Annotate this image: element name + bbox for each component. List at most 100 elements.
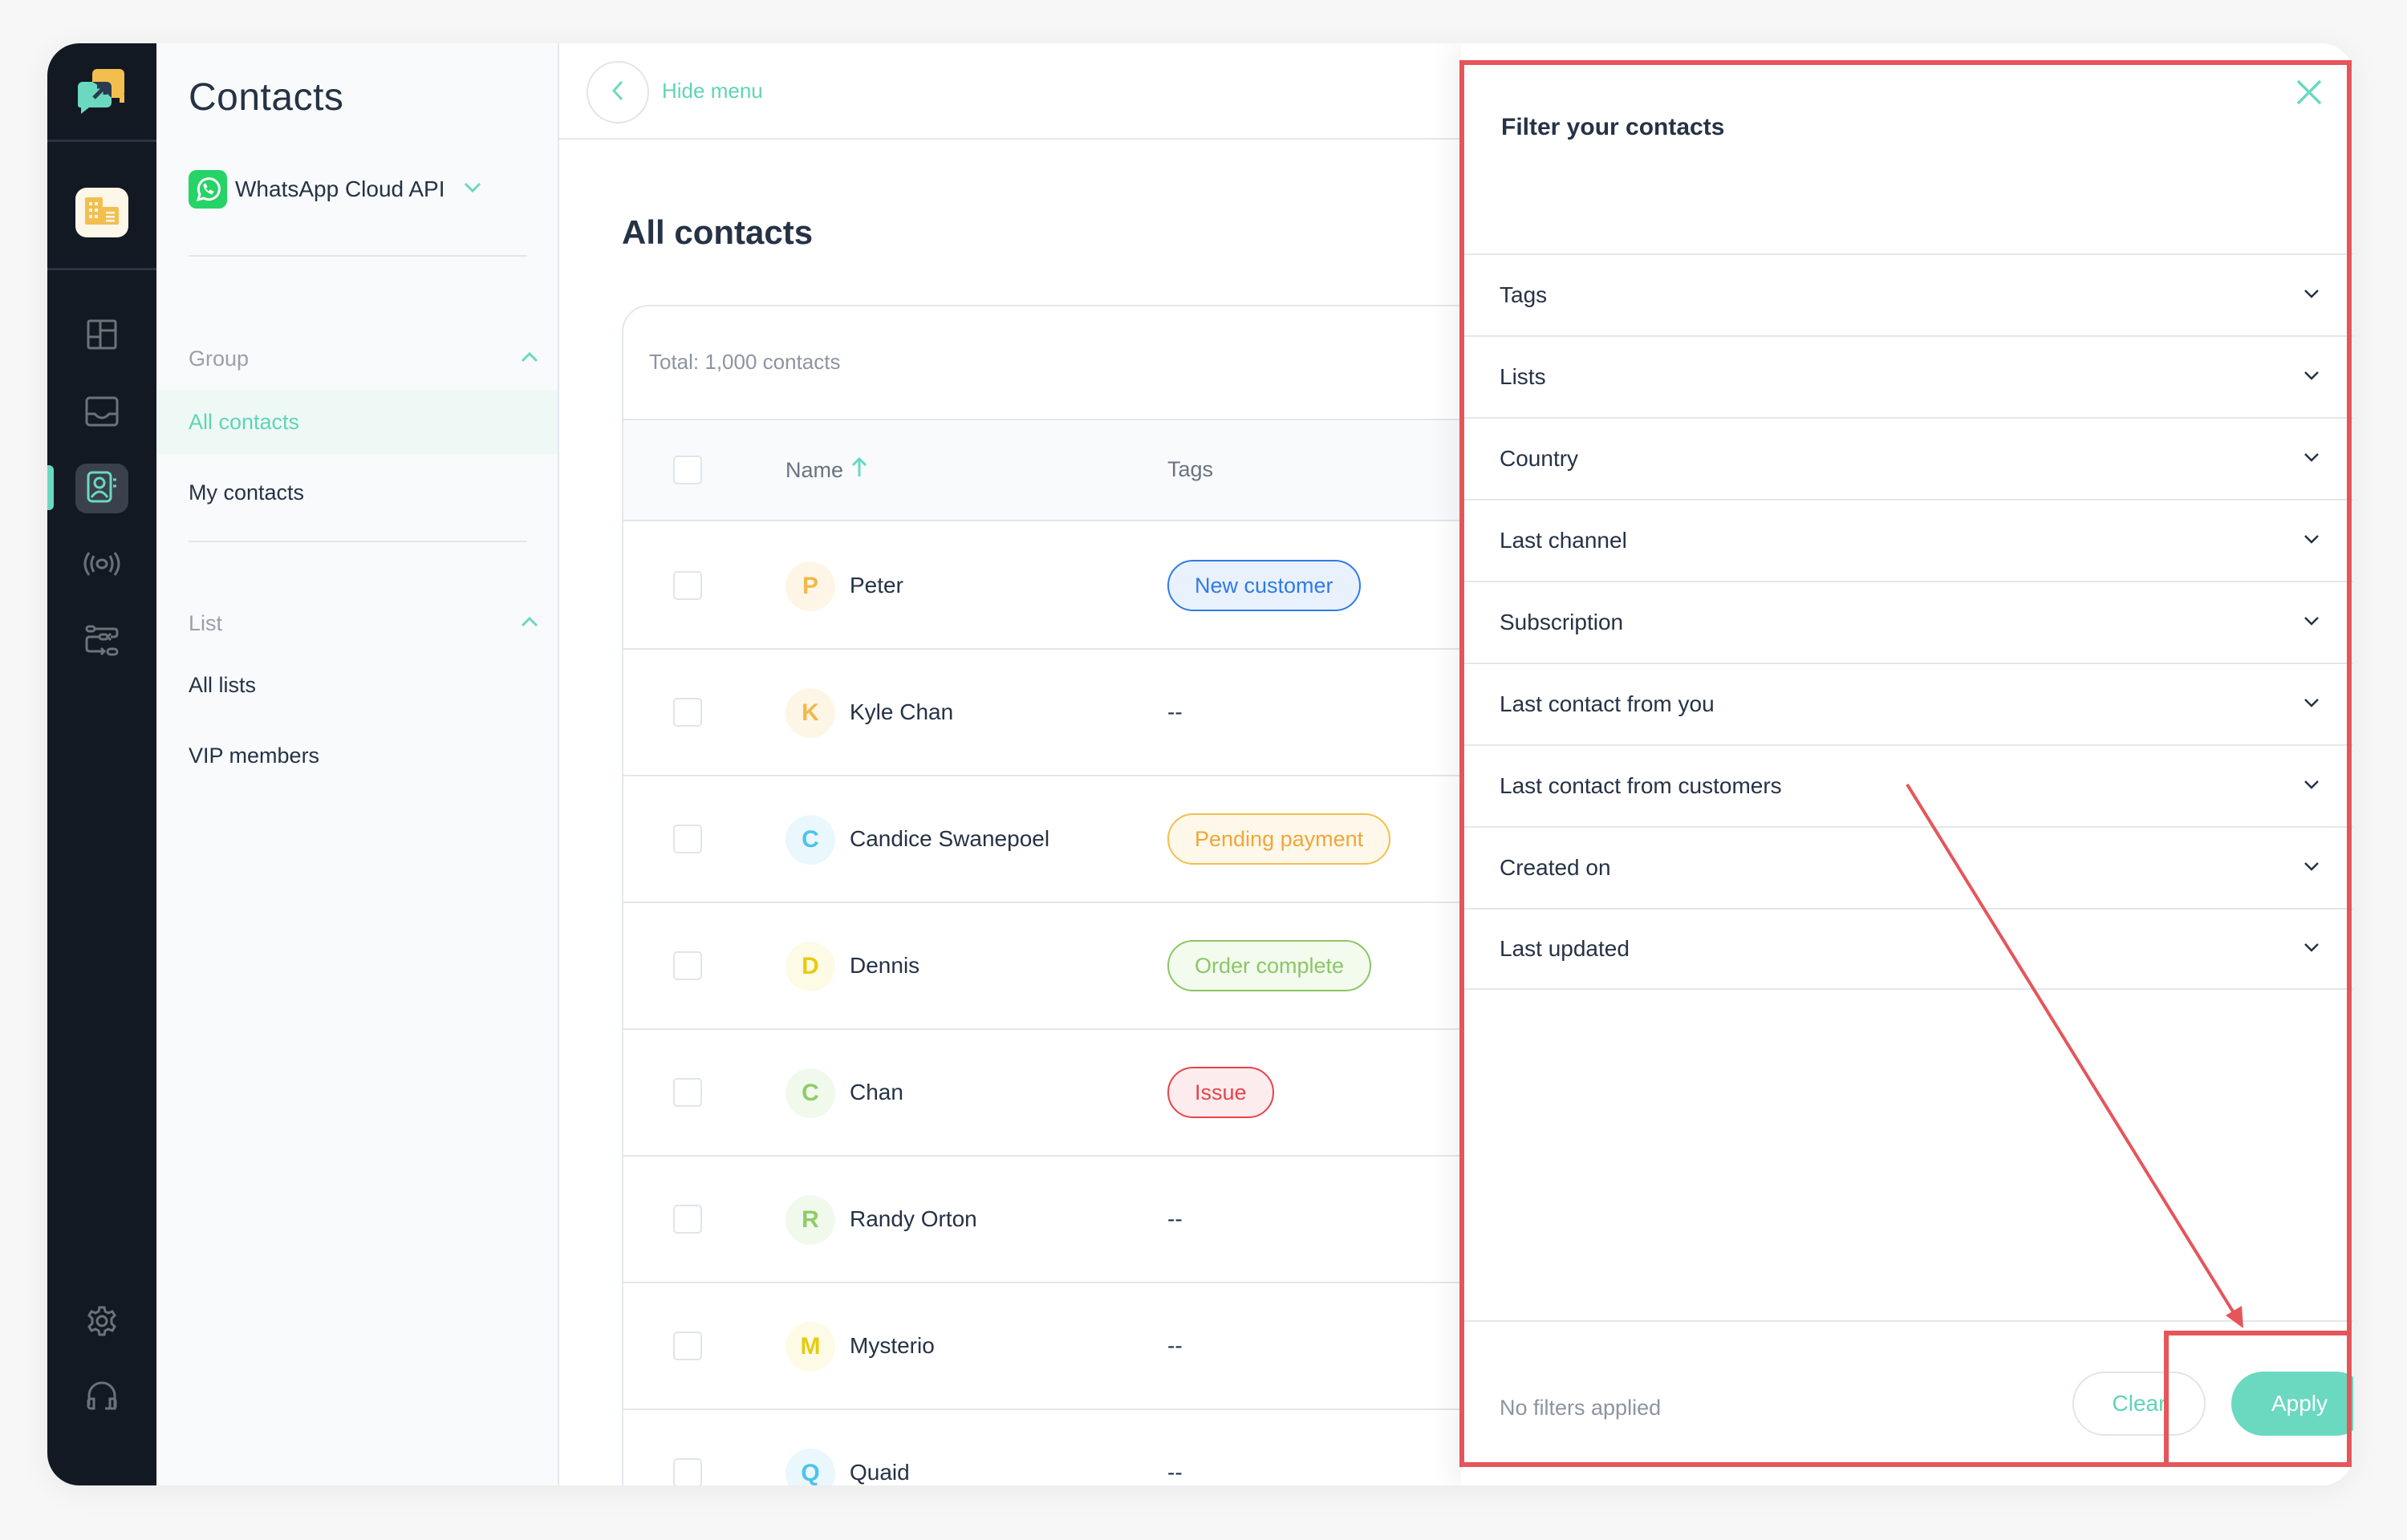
filter-option[interactable]: Last updated — [1461, 908, 2353, 990]
nav-broadcast[interactable] — [75, 541, 128, 590]
contact-name[interactable]: Dennis — [850, 953, 919, 979]
row-checkbox[interactable] — [673, 571, 702, 600]
close-icon — [2295, 79, 2323, 110]
empty-tag: -- — [1167, 699, 1183, 724]
filter-option[interactable]: Lists — [1461, 335, 2353, 417]
filter-option[interactable]: Tags — [1461, 253, 2353, 335]
page-title: All contacts — [622, 213, 814, 251]
nav-settings[interactable] — [75, 1298, 128, 1348]
filter-title: Filter your contacts — [1501, 114, 1725, 140]
contact-name[interactable]: Quaid — [850, 1460, 910, 1485]
building-icon — [83, 196, 120, 230]
chevron-down-icon — [2303, 370, 2320, 384]
hide-menu-button[interactable] — [587, 61, 649, 124]
settings-gear-icon — [86, 1305, 118, 1341]
tag-badge: Order complete — [1167, 940, 1372, 991]
avatar: C — [785, 1068, 835, 1118]
filter-option[interactable]: Created on — [1461, 826, 2353, 908]
nav-inbox[interactable] — [75, 388, 128, 438]
avatar: Q — [785, 1449, 835, 1485]
workspace-button[interactable] — [75, 188, 128, 237]
clear-button[interactable]: Clear — [2072, 1372, 2206, 1436]
table-row[interactable]: Q Quaid -- — [623, 1410, 1519, 1485]
chevron-up-icon — [521, 616, 538, 631]
row-checkbox[interactable] — [673, 1078, 702, 1107]
table-row[interactable]: C Chan Issue — [623, 1030, 1519, 1157]
chevron-down-icon — [2303, 697, 2320, 711]
contact-name[interactable]: Peter — [850, 573, 903, 598]
table-row[interactable]: K Kyle Chan -- — [623, 650, 1519, 776]
row-checkbox[interactable] — [673, 1458, 702, 1485]
row-checkbox[interactable] — [673, 1331, 702, 1360]
filter-status: No filters applied — [1500, 1396, 1662, 1420]
filter-option[interactable]: Last contact from you — [1461, 663, 2353, 744]
chevron-up-icon — [521, 351, 538, 367]
panel-title: Contacts — [189, 76, 344, 119]
contact-name[interactable]: Candice Swanepoel — [850, 826, 1049, 852]
nav-automation[interactable] — [75, 618, 128, 667]
filter-option-label: Tags — [1500, 282, 1548, 307]
filter-option-label: Last contact from you — [1500, 691, 1715, 716]
main-content: Hide menu All contacts Total: 1,000 cont… — [559, 43, 1520, 1485]
filter-option[interactable]: Subscription — [1461, 581, 2353, 663]
tag-badge: Pending payment — [1167, 813, 1391, 865]
table-row[interactable]: R Randy Orton -- — [623, 1157, 1519, 1283]
sort-ascending-icon — [851, 456, 867, 484]
table-header: Name Tags — [623, 419, 1519, 521]
chevron-down-icon — [464, 182, 481, 197]
select-all-checkbox[interactable] — [673, 456, 702, 484]
table-row[interactable]: M Mysterio -- — [623, 1283, 1519, 1410]
contact-name[interactable]: Mysterio — [850, 1333, 935, 1359]
contacts-panel: Contacts WhatsApp Cloud API Group All co… — [156, 43, 559, 1485]
tag-badge: New customer — [1167, 560, 1361, 611]
apply-button[interactable]: Apply — [2231, 1372, 2353, 1436]
filter-option-label: Subscription — [1500, 610, 1624, 634]
filter-option-label: Lists — [1500, 364, 1546, 389]
column-header-name[interactable]: Name — [785, 456, 867, 484]
chevron-down-icon — [2303, 452, 2320, 466]
contact-name[interactable]: Chan — [850, 1080, 903, 1105]
hide-menu-link[interactable]: Hide menu — [662, 79, 763, 103]
chat-logo-icon — [75, 66, 129, 120]
chevron-down-icon — [2303, 533, 2320, 548]
filter-option-label: Last channel — [1500, 528, 1627, 553]
table-row[interactable]: P Peter New customer — [623, 523, 1519, 650]
nav-dashboard[interactable] — [75, 311, 128, 361]
chevron-left-icon — [611, 80, 623, 105]
filter-option[interactable]: Last channel — [1461, 499, 2353, 581]
contact-name[interactable]: Randy Orton — [850, 1206, 977, 1232]
avatar: D — [785, 942, 835, 991]
avatar: P — [785, 561, 835, 611]
channel-selector[interactable]: WhatsApp Cloud API — [189, 170, 481, 209]
group-section-toggle[interactable]: Group — [189, 346, 538, 371]
panel-item-vip-members[interactable]: VIP members — [156, 723, 558, 788]
filter-option-label: Created on — [1500, 855, 1611, 880]
table-row[interactable]: D Dennis Order complete — [623, 903, 1519, 1030]
chevron-down-icon — [2303, 942, 2320, 956]
filter-footer: No filters applied Clear Apply — [1461, 1320, 2353, 1485]
table-row[interactable]: C Candice Swanepoel Pending payment — [623, 776, 1519, 903]
row-checkbox[interactable] — [673, 1205, 702, 1234]
row-checkbox[interactable] — [673, 951, 702, 980]
nav-support[interactable] — [75, 1375, 128, 1424]
empty-tag: -- — [1167, 1460, 1183, 1485]
filter-option[interactable]: Country — [1461, 417, 2353, 499]
contacts-table: Total: 1,000 contacts Name Tags P Peter Ne… — [622, 305, 1520, 1485]
row-checkbox[interactable] — [673, 825, 702, 853]
close-filter-button[interactable] — [2289, 74, 2329, 114]
nav-contacts[interactable] — [75, 464, 128, 513]
list-section-toggle[interactable]: List — [189, 611, 538, 636]
row-checkbox[interactable] — [673, 698, 702, 727]
nav-rail — [47, 43, 156, 1485]
headset-support-icon — [86, 1381, 118, 1419]
panel-item-all-contacts[interactable]: All contacts — [156, 390, 558, 454]
filter-option[interactable]: Last contact from customers — [1461, 744, 2353, 826]
channel-label: WhatsApp Cloud API — [235, 176, 445, 201]
avatar: C — [785, 815, 835, 865]
panel-item-my-contacts[interactable]: My contacts — [156, 460, 558, 525]
tag-badge: Issue — [1167, 1067, 1274, 1118]
broadcast-icon — [83, 550, 120, 582]
filter-drawer: Filter your contacts Tags Lists Country Las… — [1461, 43, 2353, 1485]
contact-name[interactable]: Kyle Chan — [850, 699, 953, 725]
panel-item-all-lists[interactable]: All lists — [156, 653, 558, 717]
